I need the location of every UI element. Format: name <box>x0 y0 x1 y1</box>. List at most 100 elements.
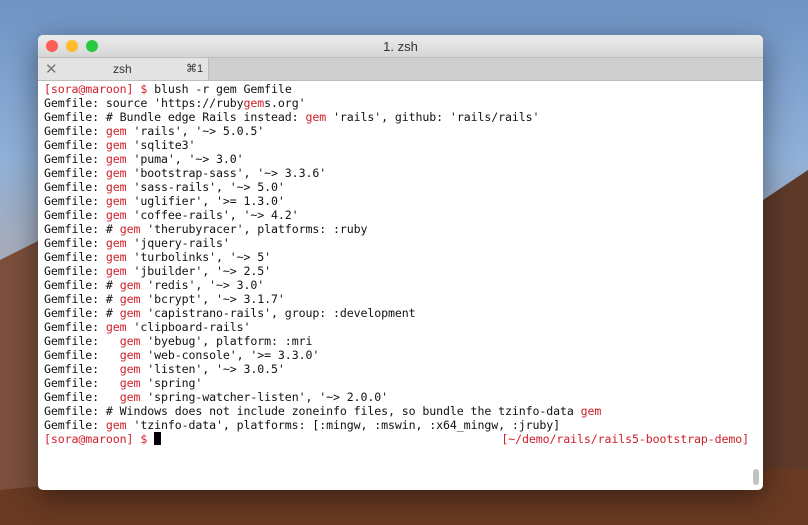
terminal-text: Gemfile: <box>44 208 106 222</box>
terminal-line: Gemfile: gem 'turbolinks', '~> 5' <box>44 250 749 264</box>
terminal-text: Gemfile: # <box>44 292 120 306</box>
title-bar: 1. zsh <box>38 35 763 57</box>
terminal-line: Gemfile: gem 'puma', '~> 3.0' <box>44 152 749 166</box>
terminal-line: Gemfile: gem 'byebug', platform: :mri <box>44 334 749 348</box>
highlighted-text: gem <box>105 124 127 138</box>
highlighted-text: gem <box>105 166 127 180</box>
terminal-line: Gemfile: gem 'uglifier', '>= 1.3.0' <box>44 194 749 208</box>
terminal-text: Gemfile: # <box>44 222 120 236</box>
highlighted-text: gem <box>105 138 127 152</box>
terminal-text: Gemfile: # <box>44 278 120 292</box>
terminal-text: 'tzinfo-data', platforms: [:mingw, :mswi… <box>126 418 561 432</box>
highlighted-text: gem <box>105 236 127 250</box>
terminal-text: 'turbolinks', '~> 5' <box>126 250 272 264</box>
terminal-window: 1. zsh ✕ zsh ⌘1 [sora@maroon] $ blush -r… <box>38 35 763 490</box>
terminal-text: 'rails', github: 'rails/rails' <box>326 110 540 124</box>
highlighted-text: gem <box>105 194 127 208</box>
highlighted-text: gem <box>119 362 141 376</box>
terminal-text: 'redis', '~> 3.0' <box>140 278 265 292</box>
current-directory: [~/demo/rails/rails5-bootstrap-demo] <box>501 432 749 446</box>
terminal-line: Gemfile: gem 'sass-rails', '~> 5.0' <box>44 180 749 194</box>
terminal-line: Gemfile: gem 'sqlite3' <box>44 138 749 152</box>
terminal-text: Gemfile: <box>44 194 106 208</box>
terminal-text: 'web-console', '>= 3.3.0' <box>140 348 320 362</box>
terminal-text: Gemfile: # <box>44 306 120 320</box>
terminal-line: Gemfile: # gem 'therubyracer', platforms… <box>44 222 749 236</box>
terminal-line: Gemfile: gem 'coffee-rails', '~> 4.2' <box>44 208 749 222</box>
terminal-line: Gemfile: gem 'tzinfo-data', platforms: [… <box>44 418 749 432</box>
scrollbar[interactable] <box>753 469 759 485</box>
terminal-line: Gemfile: gem 'jquery-rails' <box>44 236 749 250</box>
terminal-line: Gemfile: gem 'jbuilder', '~> 2.5' <box>44 264 749 278</box>
terminal-text: Gemfile: <box>44 376 120 390</box>
terminal-text: 'coffee-rails', '~> 4.2' <box>126 208 299 222</box>
prompt-line: [sora@maroon] $ [~/demo/rails/rails5-boo… <box>44 432 749 446</box>
terminal-text: Gemfile: <box>44 334 120 348</box>
tab-shortcut: ⌘1 <box>186 63 204 75</box>
terminal-text: 'rails', '~> 5.0.5' <box>126 124 265 138</box>
terminal-text: Gemfile: # Bundle edge Rails instead: <box>44 110 306 124</box>
highlighted-text: gem <box>243 96 265 110</box>
highlighted-text: gem <box>119 278 141 292</box>
shell-prompt: [sora@maroon] $ <box>44 432 155 446</box>
highlighted-text: gem <box>105 264 127 278</box>
terminal-text: Gemfile: <box>44 348 120 362</box>
terminal-text: 'bcrypt', '~> 3.1.7' <box>140 292 285 306</box>
terminal-text: Gemfile: <box>44 166 106 180</box>
terminal-text: Gemfile: <box>44 250 106 264</box>
terminal-text: 'jquery-rails' <box>126 236 230 250</box>
highlighted-text: gem <box>119 348 141 362</box>
highlighted-text: gem <box>105 250 127 264</box>
terminal-text: blush -r gem Gemfile <box>154 82 292 96</box>
window-title: 1. zsh <box>383 39 418 54</box>
terminal-line: Gemfile: # Windows does not include zone… <box>44 404 749 418</box>
tab-bar: ✕ zsh ⌘1 <box>38 57 763 81</box>
terminal-line: Gemfile: # Bundle edge Rails instead: ge… <box>44 110 749 124</box>
highlighted-text: gem <box>105 320 127 334</box>
terminal-output[interactable]: [sora@maroon] $ blush -r gem Gemfile Gemf… <box>44 82 749 446</box>
terminal-text: 'listen', '~> 3.0.5' <box>140 362 285 376</box>
highlighted-text: [sora@maroon] $ <box>44 82 155 96</box>
terminal-line: Gemfile: source 'https://rubygems.org' <box>44 96 749 110</box>
terminal-line: Gemfile: gem 'spring-watcher-listen', '~… <box>44 390 749 404</box>
terminal-text: Gemfile: <box>44 152 106 166</box>
terminal-text: 'capistrano-rails', group: :development <box>140 306 416 320</box>
terminal-text: 'jbuilder', '~> 2.5' <box>126 264 272 278</box>
terminal-text: Gemfile: <box>44 264 106 278</box>
tab-zsh[interactable]: ✕ zsh ⌘1 <box>38 58 209 80</box>
highlighted-text: gem <box>105 208 127 222</box>
terminal-text: Gemfile: <box>44 138 106 152</box>
highlighted-text: gem <box>119 376 141 390</box>
highlighted-text: gem <box>105 152 127 166</box>
highlighted-text: gem <box>105 180 127 194</box>
terminal-line: Gemfile: gem 'bootstrap-sass', '~> 3.3.6… <box>44 166 749 180</box>
terminal-text: 'uglifier', '>= 1.3.0' <box>126 194 285 208</box>
highlighted-text: gem <box>119 222 141 236</box>
terminal-text: 'sass-rails', '~> 5.0' <box>126 180 285 194</box>
cursor <box>154 432 162 445</box>
terminal-text: Gemfile: <box>44 236 106 250</box>
terminal-text: Gemfile: <box>44 418 106 432</box>
terminal-text: Gemfile: source 'https://ruby <box>44 96 244 110</box>
terminal-text: 'bootstrap-sass', '~> 3.3.6' <box>126 166 327 180</box>
terminal-text: 'spring-watcher-listen', '~> 2.0.0' <box>140 390 389 404</box>
highlighted-text: gem <box>119 334 141 348</box>
terminal-line: [sora@maroon] $ blush -r gem Gemfile <box>44 82 749 96</box>
close-tab-icon[interactable]: ✕ <box>45 60 58 78</box>
highlighted-text: gem <box>580 404 602 418</box>
terminal-text: 'sqlite3' <box>126 138 196 152</box>
terminal-text: Gemfile: <box>44 180 106 194</box>
terminal-line: Gemfile: # gem 'bcrypt', '~> 3.1.7' <box>44 292 749 306</box>
terminal-line: Gemfile: gem 'listen', '~> 3.0.5' <box>44 362 749 376</box>
terminal-line: Gemfile: gem 'rails', '~> 5.0.5' <box>44 124 749 138</box>
terminal-line: Gemfile: gem 'spring' <box>44 376 749 390</box>
highlighted-text: gem <box>305 110 327 124</box>
highlighted-text: gem <box>119 306 141 320</box>
terminal-line: Gemfile: # gem 'capistrano-rails', group… <box>44 306 749 320</box>
tab-label: zsh <box>113 62 132 76</box>
terminal-text: s.org' <box>264 96 306 110</box>
terminal-line: Gemfile: gem 'web-console', '>= 3.3.0' <box>44 348 749 362</box>
terminal-text: Gemfile: <box>44 362 120 376</box>
terminal-text: Gemfile: <box>44 390 120 404</box>
terminal-text: 'therubyracer', platforms: :ruby <box>140 222 368 236</box>
